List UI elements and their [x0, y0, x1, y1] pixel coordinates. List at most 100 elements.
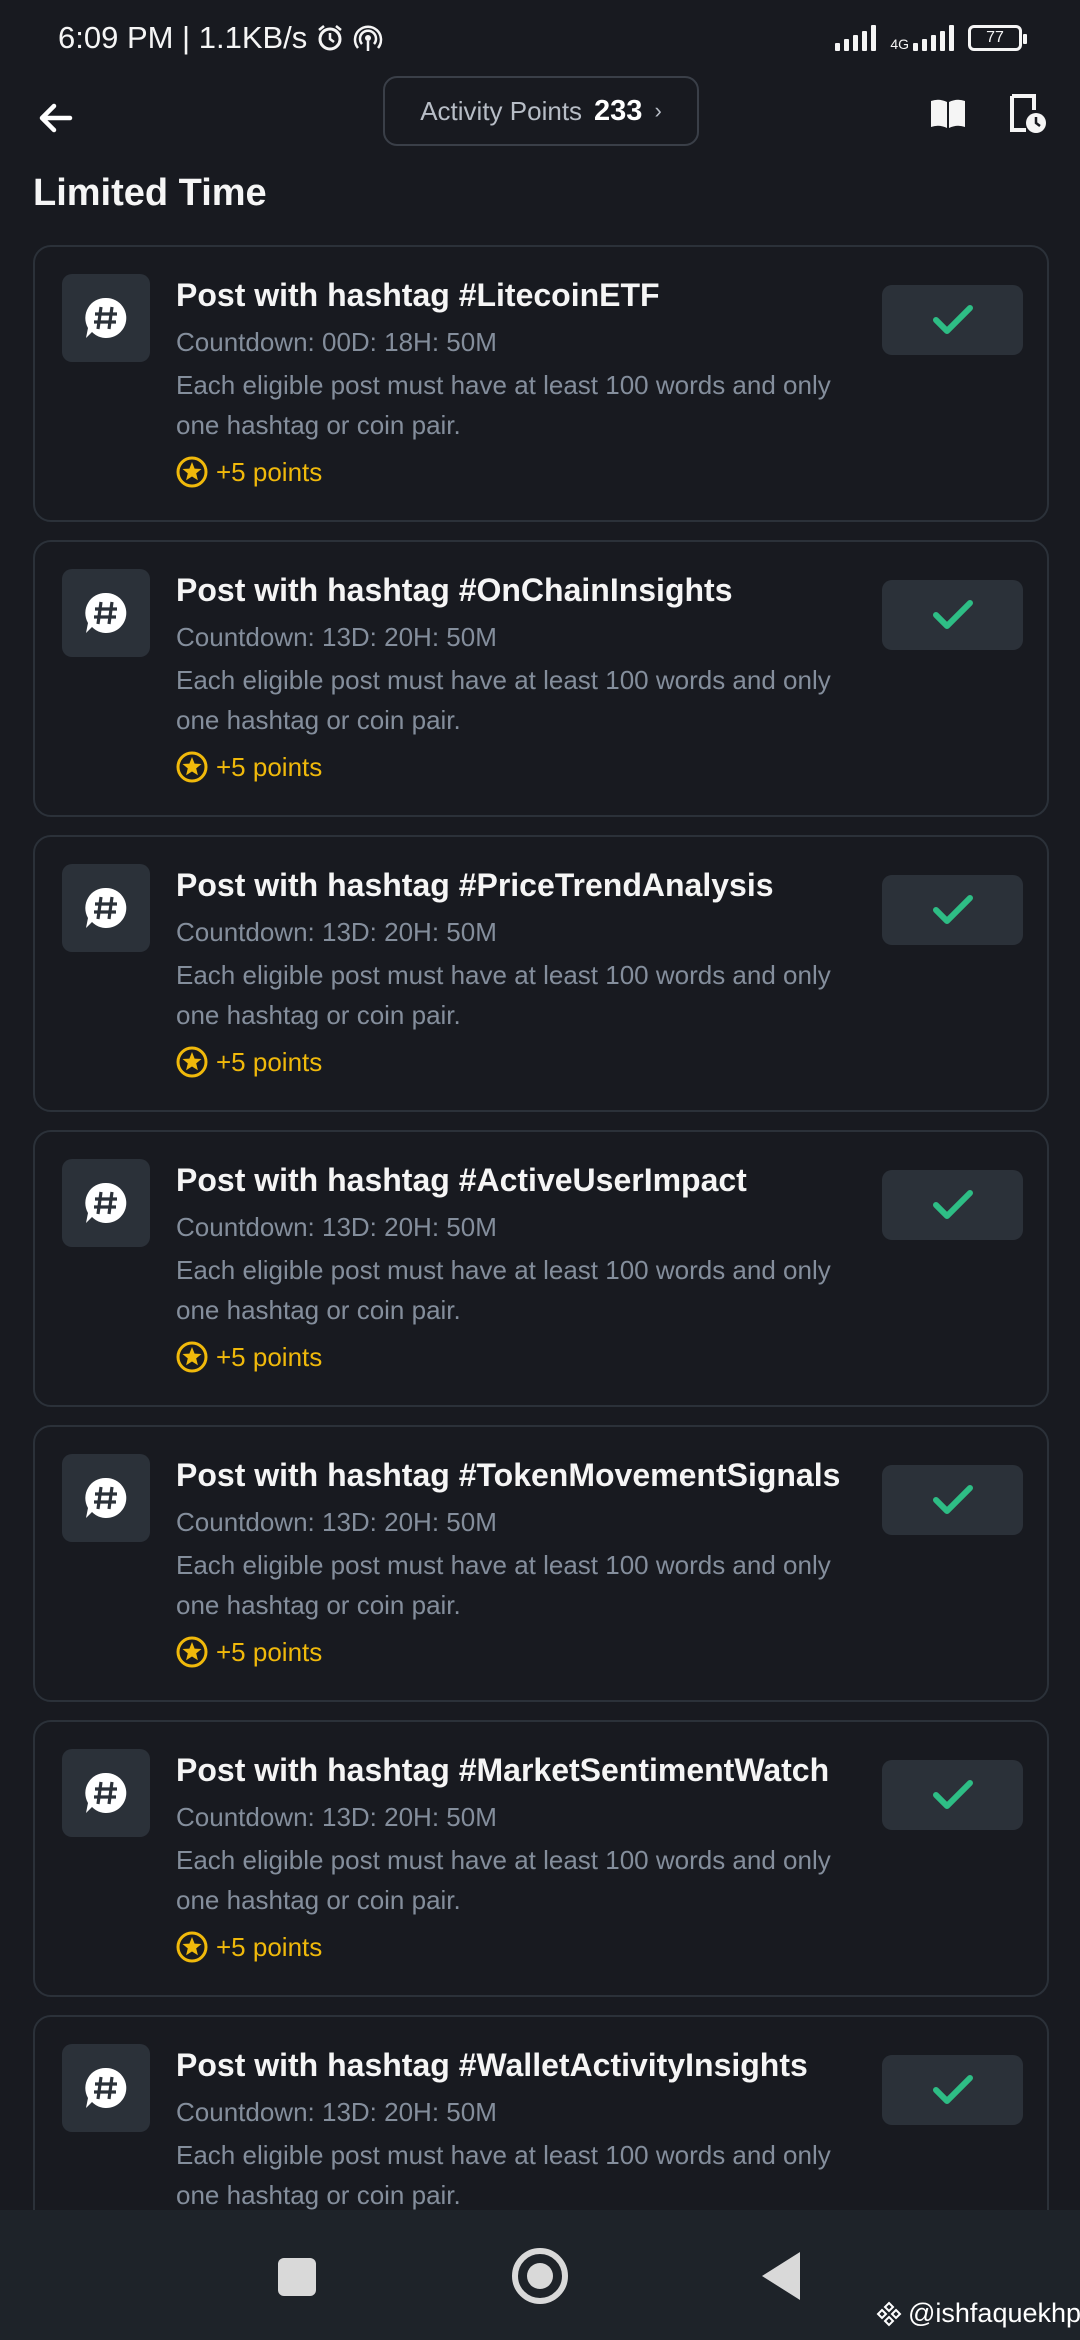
task-description: Each eligible post must have at least 10… — [176, 665, 831, 735]
hashtag-chat-icon — [85, 297, 127, 338]
star-coin-icon — [176, 1341, 208, 1373]
network-type: 4G — [890, 36, 909, 52]
task-complete-button[interactable] — [882, 1465, 1023, 1535]
task-icon-tile — [62, 1749, 150, 1837]
back-button[interactable] — [34, 96, 78, 140]
checkmark-icon — [932, 1780, 973, 1809]
star-coin-icon — [176, 456, 208, 488]
battery-icon: 77 — [968, 25, 1027, 51]
section-title: Limited Time — [33, 172, 267, 214]
task-title: Post with hashtag #PriceTrendAnalysis — [176, 867, 774, 903]
task-list: Post with hashtag #LitecoinETF Countdown… — [33, 245, 1049, 2310]
star-coin-icon — [176, 1046, 208, 1078]
star-coin-icon — [176, 1636, 208, 1668]
task-reward: +5 points — [176, 456, 322, 488]
task-description: Each eligible post must have at least 10… — [176, 370, 831, 440]
system-back-button[interactable] — [762, 2252, 800, 2300]
task-complete-button[interactable] — [882, 1760, 1023, 1830]
task-card[interactable]: Post with hashtag #PriceTrendAnalysis Co… — [33, 835, 1049, 1112]
recent-apps-button[interactable] — [278, 2258, 316, 2296]
task-title: Post with hashtag #MarketSentimentWatch — [176, 1752, 830, 1788]
watermark-text: @ishfaquekhp — [908, 2298, 1080, 2328]
task-reward: +5 points — [176, 1636, 322, 1668]
task-icon-tile — [62, 569, 150, 657]
task-card[interactable]: Post with hashtag #MarketSentimentWatch … — [33, 1720, 1049, 1997]
checkmark-icon — [932, 1485, 973, 1514]
task-card[interactable]: Post with hashtag #OnChainInsights Count… — [33, 540, 1049, 817]
star-coin-icon — [176, 1931, 208, 1963]
activity-points-value: 233 — [594, 94, 643, 127]
checkmark-icon — [932, 895, 973, 924]
activity-points-button[interactable]: Activity Points 233 › — [383, 76, 699, 146]
guide-button[interactable] — [928, 94, 968, 134]
home-button[interactable] — [512, 2248, 568, 2304]
task-countdown: Countdown: 13D: 20H: 50M — [176, 622, 497, 652]
signal-4g-icon: 4G — [890, 25, 954, 51]
task-description: Each eligible post must have at least 10… — [176, 1550, 831, 1620]
task-complete-button[interactable] — [882, 285, 1023, 355]
checkmark-icon — [932, 2075, 973, 2104]
task-points: +5 points — [216, 1931, 323, 1962]
task-complete-button[interactable] — [882, 2055, 1023, 2125]
task-complete-button[interactable] — [882, 580, 1023, 650]
hashtag-chat-icon — [85, 1477, 127, 1518]
hashtag-chat-icon — [85, 2067, 127, 2108]
task-points: +5 points — [216, 1636, 323, 1667]
checkmark-icon — [932, 1190, 973, 1219]
task-countdown: Countdown: 13D: 20H: 50M — [176, 917, 497, 947]
task-card[interactable]: Post with hashtag #LitecoinETF Countdown… — [33, 245, 1049, 522]
status-left: 6:09 PM | 1.1KB/s — [58, 20, 383, 56]
task-icon-tile — [62, 2044, 150, 2132]
task-countdown: Countdown: 13D: 20H: 50M — [176, 1802, 497, 1832]
status-bar: 6:09 PM | 1.1KB/s 4G 77 — [0, 0, 1080, 76]
task-icon-tile — [62, 1454, 150, 1542]
top-bar: Activity Points 233 › — [0, 76, 1080, 186]
hashtag-chat-icon — [85, 1772, 127, 1813]
task-points: +5 points — [216, 1046, 323, 1077]
task-description: Each eligible post must have at least 10… — [176, 1845, 831, 1915]
task-icon-tile — [62, 1159, 150, 1247]
status-time: 6:09 PM | 1.1KB/s — [58, 20, 308, 55]
task-title: Post with hashtag #TokenMovementSignals — [176, 1457, 841, 1493]
task-icon-tile — [62, 274, 150, 362]
signal-icon — [835, 25, 877, 51]
task-reward: +5 points — [176, 751, 322, 783]
arrow-left-icon — [39, 103, 73, 133]
alarm-icon — [318, 25, 343, 51]
task-countdown: Countdown: 13D: 20H: 50M — [176, 1507, 497, 1537]
hashtag-chat-icon — [85, 1182, 127, 1223]
activity-points-label: Activity Points — [420, 95, 583, 126]
book-icon — [931, 99, 965, 128]
battery-level: 77 — [986, 29, 1004, 46]
task-title: Post with hashtag #ActiveUserImpact — [176, 1162, 747, 1198]
task-description: Each eligible post must have at least 10… — [176, 960, 831, 1030]
task-description: Each eligible post must have at least 10… — [176, 2140, 831, 2210]
task-reward: +5 points — [176, 1341, 322, 1373]
task-countdown: Countdown: 13D: 20H: 50M — [176, 1212, 497, 1242]
task-points: +5 points — [216, 751, 323, 782]
watermark: @ishfaquekhp — [876, 2298, 1080, 2329]
task-countdown: Countdown: 00D: 18H: 50M — [176, 327, 497, 357]
binance-logo-icon — [876, 2301, 902, 2326]
chevron-right-icon: › — [654, 98, 662, 123]
task-points: +5 points — [216, 1341, 323, 1372]
history-icon — [1010, 94, 1046, 133]
task-description: Each eligible post must have at least 10… — [176, 1255, 831, 1325]
history-button[interactable] — [1008, 92, 1048, 136]
task-reward: +5 points — [176, 1046, 322, 1078]
status-right: 4G 77 — [835, 25, 1027, 51]
task-countdown: Countdown: 13D: 20H: 50M — [176, 2097, 497, 2127]
task-card[interactable]: Post with hashtag #ActiveUserImpact Coun… — [33, 1130, 1049, 1407]
star-coin-icon — [176, 751, 208, 783]
task-reward: +5 points — [176, 1931, 322, 1963]
task-title: Post with hashtag #LitecoinETF — [176, 277, 660, 313]
hashtag-chat-icon — [85, 592, 127, 633]
checkmark-icon — [932, 600, 973, 629]
task-complete-button[interactable] — [882, 875, 1023, 945]
task-complete-button[interactable] — [882, 1170, 1023, 1240]
hotspot-icon — [354, 25, 383, 51]
task-points: +5 points — [216, 456, 323, 487]
hashtag-chat-icon — [85, 887, 127, 928]
task-title: Post with hashtag #WalletActivityInsight… — [176, 2047, 808, 2083]
task-card[interactable]: Post with hashtag #TokenMovementSignals … — [33, 1425, 1049, 1702]
